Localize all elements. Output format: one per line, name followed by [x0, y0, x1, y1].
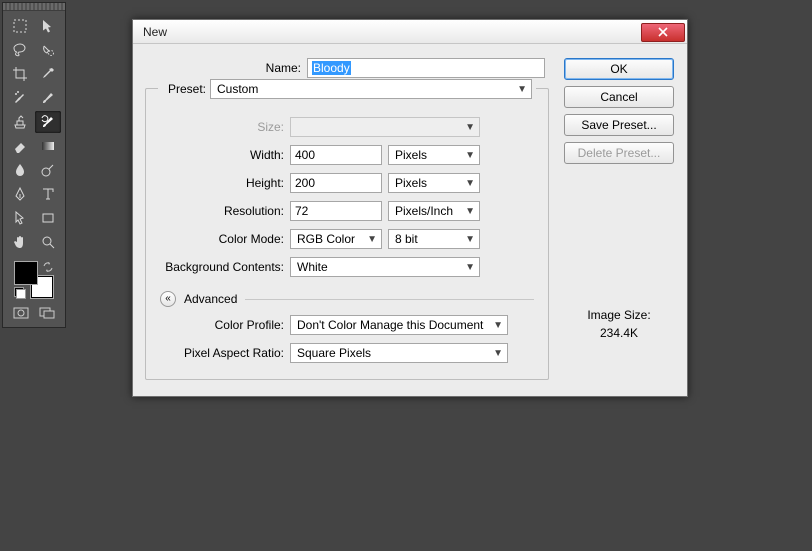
- resolution-label: Resolution:: [160, 204, 284, 218]
- width-input[interactable]: [290, 145, 382, 165]
- collapse-icon: «: [160, 291, 176, 307]
- preset-combo[interactable]: Custom ▼: [210, 79, 532, 99]
- chevron-down-icon: ▼: [465, 234, 475, 245]
- chevron-down-icon: ▼: [367, 234, 377, 245]
- hand-tool[interactable]: [7, 231, 33, 253]
- quick-mask-icon[interactable]: [11, 305, 31, 321]
- color-depth-combo[interactable]: 8 bit ▼: [388, 229, 480, 249]
- tools-panel: [2, 2, 66, 328]
- color-mode-label: Color Mode:: [160, 232, 284, 246]
- color-profile-value: Don't Color Manage this Document: [297, 318, 483, 332]
- chevron-down-icon: ▼: [465, 178, 475, 189]
- advanced-label: Advanced: [184, 292, 237, 306]
- gradient-tool[interactable]: [35, 135, 61, 157]
- height-unit-combo[interactable]: Pixels ▼: [388, 173, 480, 193]
- height-input[interactable]: [290, 173, 382, 193]
- chevron-down-icon: ▼: [465, 262, 475, 273]
- close-button[interactable]: [641, 23, 685, 42]
- preset-value: Custom: [217, 82, 258, 96]
- name-input[interactable]: Bloody: [307, 58, 545, 78]
- color-profile-label: Color Profile:: [160, 318, 284, 332]
- zoom-tool[interactable]: [35, 231, 61, 253]
- dialog-body: Name: Bloody Preset: Custom ▼ Size:: [133, 44, 687, 396]
- resolution-input[interactable]: [290, 201, 382, 221]
- delete-preset-button: Delete Preset...: [564, 142, 674, 164]
- tool-grid: [3, 11, 65, 255]
- type-tool[interactable]: [35, 183, 61, 205]
- color-mode-value: RGB Color: [297, 232, 355, 246]
- preset-label: Preset:: [162, 82, 206, 96]
- bg-value: White: [297, 260, 328, 274]
- resolution-unit-combo[interactable]: Pixels/Inch ▼: [388, 201, 480, 221]
- size-combo: ▼: [290, 117, 480, 137]
- height-label: Height:: [160, 176, 284, 190]
- chevron-down-icon: ▼: [493, 348, 503, 359]
- width-label: Width:: [160, 148, 284, 162]
- image-size-value: 234.4K: [587, 326, 650, 340]
- crop-tool[interactable]: [7, 63, 33, 85]
- close-icon: [658, 27, 668, 37]
- dialog-title: New: [143, 25, 167, 39]
- width-unit-combo[interactable]: Pixels ▼: [388, 145, 480, 165]
- name-value: Bloody: [312, 61, 351, 75]
- move-tool[interactable]: [35, 15, 61, 37]
- par-combo[interactable]: Square Pixels ▼: [290, 343, 508, 363]
- eraser-tool[interactable]: [7, 135, 33, 157]
- bg-label: Background Contents:: [160, 260, 284, 274]
- color-depth-value: 8 bit: [395, 232, 418, 246]
- quick-select-tool[interactable]: [35, 39, 61, 61]
- history-brush-tool[interactable]: [35, 111, 61, 133]
- screen-mode-icon[interactable]: [37, 305, 57, 321]
- par-label: Pixel Aspect Ratio:: [160, 346, 284, 360]
- cancel-button[interactable]: Cancel: [564, 86, 674, 108]
- chevron-down-icon: ▼: [517, 84, 527, 95]
- advanced-toggle[interactable]: « Advanced: [160, 291, 534, 307]
- color-profile-combo[interactable]: Don't Color Manage this Document ▼: [290, 315, 508, 335]
- clone-stamp-tool[interactable]: [7, 111, 33, 133]
- marquee-tool[interactable]: [7, 15, 33, 37]
- default-colors-icon[interactable]: [14, 287, 26, 299]
- image-size-readout: Image Size: 234.4K: [587, 304, 650, 340]
- screen-modes: [3, 305, 65, 321]
- height-unit-value: Pixels: [395, 176, 427, 190]
- color-swatches: [12, 261, 56, 299]
- bg-combo[interactable]: White ▼: [290, 257, 480, 277]
- swap-colors-icon[interactable]: [42, 261, 54, 273]
- par-value: Square Pixels: [297, 346, 371, 360]
- width-unit-value: Pixels: [395, 148, 427, 162]
- new-document-dialog: New Name: Bloody Preset: Custom: [132, 19, 688, 397]
- divider: [245, 299, 534, 300]
- chevron-down-icon: ▼: [465, 122, 475, 133]
- path-select-tool[interactable]: [7, 207, 33, 229]
- brush-tool[interactable]: [35, 87, 61, 109]
- pen-tool[interactable]: [7, 183, 33, 205]
- color-mode-combo[interactable]: RGB Color ▼: [290, 229, 382, 249]
- healing-brush-tool[interactable]: [7, 87, 33, 109]
- eyedropper-tool[interactable]: [35, 63, 61, 85]
- name-label: Name:: [149, 61, 301, 75]
- size-label: Size:: [160, 120, 284, 134]
- shape-tool[interactable]: [35, 207, 61, 229]
- chevron-down-icon: ▼: [493, 320, 503, 331]
- preset-group: Preset: Custom ▼ Size: ▼: [145, 88, 549, 380]
- dodge-tool[interactable]: [35, 159, 61, 181]
- lasso-tool[interactable]: [7, 39, 33, 61]
- resolution-unit-value: Pixels/Inch: [395, 204, 453, 218]
- save-preset-button[interactable]: Save Preset...: [564, 114, 674, 136]
- panel-grip[interactable]: [3, 3, 65, 11]
- ok-button[interactable]: OK: [564, 58, 674, 80]
- chevron-down-icon: ▼: [465, 150, 475, 161]
- image-size-label: Image Size:: [587, 308, 650, 322]
- blur-tool[interactable]: [7, 159, 33, 181]
- dialog-titlebar[interactable]: New: [133, 20, 687, 44]
- foreground-swatch[interactable]: [14, 261, 38, 285]
- chevron-down-icon: ▼: [465, 206, 475, 217]
